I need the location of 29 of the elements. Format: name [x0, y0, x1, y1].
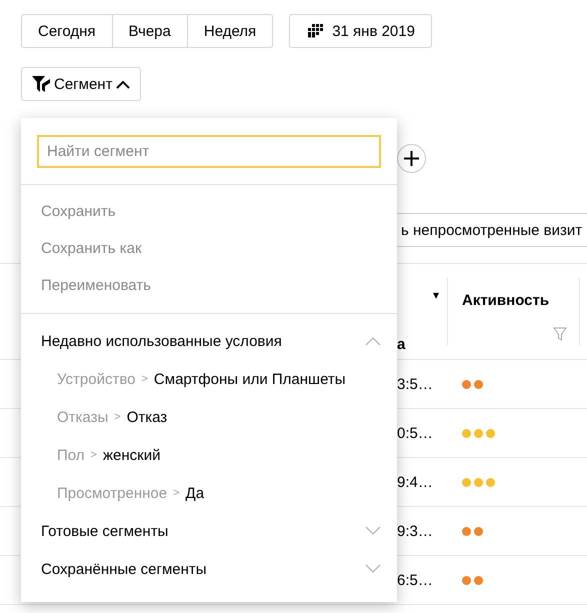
condition-item[interactable]: Просмотренное > Да	[21, 474, 397, 512]
time-cell-text: 9:3…	[397, 522, 434, 540]
date-preset-button[interactable]: Неделя	[186, 14, 274, 48]
filter-icon	[32, 76, 50, 92]
chevron-icon	[116, 80, 130, 88]
date-preset-button[interactable]: Вчера	[112, 14, 188, 48]
time-cell-text: 9:4…	[397, 474, 434, 490]
section-title[interactable]: Сохранённые сегменты	[41, 560, 207, 578]
column-header[interactable]: Активность	[462, 292, 550, 309]
condition-item[interactable]: Устройство > Смартфоны или Планшеты	[21, 360, 397, 398]
time-cell-text: 6:5…	[397, 572, 434, 588]
time-cell-text: 3:5…	[397, 376, 434, 392]
condition-item[interactable]: Пол > женский	[21, 436, 397, 474]
plus-icon	[404, 151, 419, 166]
chevron-icon[interactable]	[365, 526, 381, 536]
date-preset-button[interactable]: Сегодня	[21, 14, 112, 48]
search-field[interactable]: Найти сегмент	[37, 135, 381, 168]
section-title[interactable]: Готовые сегменты	[41, 522, 168, 540]
chevron-icon[interactable]	[365, 564, 381, 574]
condition-item[interactable]: Отказы > Отказ	[21, 398, 397, 436]
chevron-icon[interactable]	[365, 336, 381, 346]
date-picker-button[interactable]: 31 янв 2019	[289, 14, 432, 48]
section-title[interactable]: Недавно использованные условия	[41, 332, 282, 350]
filter-icon[interactable]	[553, 327, 567, 341]
column-header[interactable]: а	[397, 336, 406, 353]
calendar-grid-icon	[306, 24, 324, 38]
time-cell-text: 0:5…	[397, 424, 434, 442]
sort-arrow[interactable]: ▾	[433, 288, 439, 302]
segment-button[interactable]: Сегмент	[21, 67, 142, 101]
